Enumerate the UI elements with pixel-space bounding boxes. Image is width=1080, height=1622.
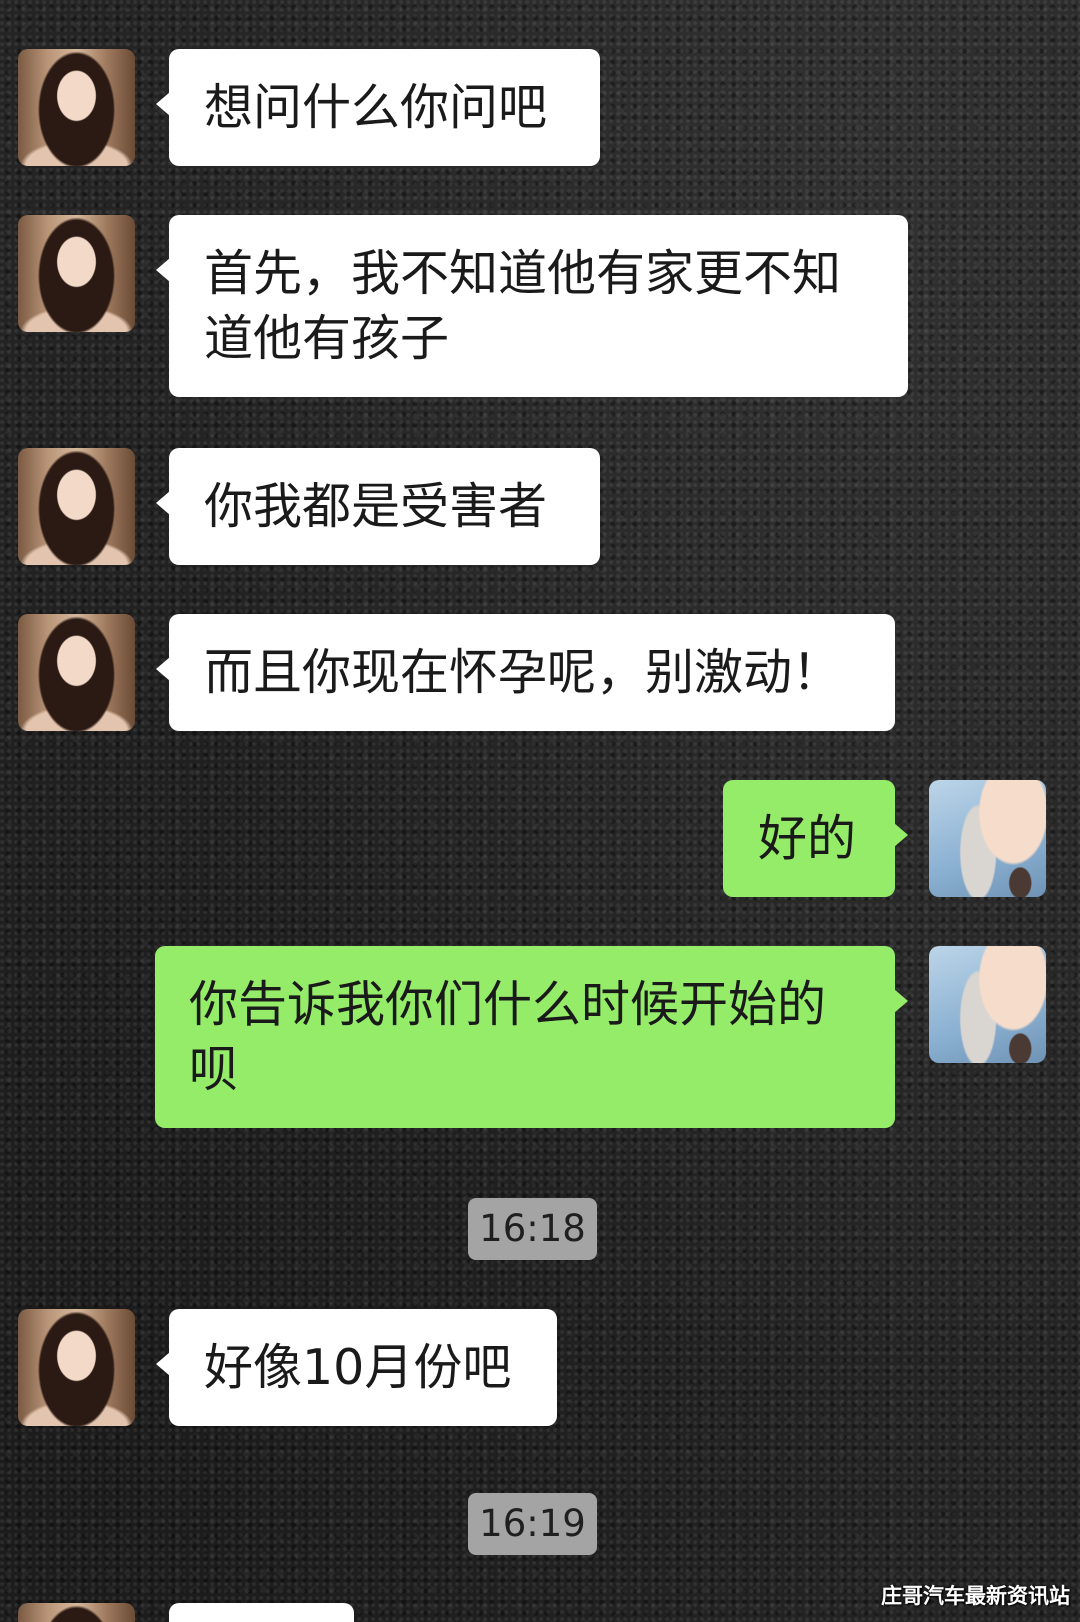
contact-avatar[interactable]	[18, 614, 135, 731]
message-bubble-incoming[interactable]: 好像10月份吧	[156, 1309, 557, 1426]
timestamp: 16:19	[468, 1493, 597, 1555]
chat-screen: 想问什么你问吧 首先，我不知道他有家更不知道他有孩子 你我都是受害者 而且你现在…	[0, 0, 1080, 1622]
contact-avatar[interactable]	[18, 49, 135, 166]
message-bubble-incoming[interactable]: 首先，我不知道他有家更不知道他有孩子	[156, 215, 908, 397]
self-avatar[interactable]	[929, 946, 1046, 1063]
contact-avatar[interactable]	[18, 1309, 135, 1426]
timestamp: 16:18	[468, 1198, 597, 1260]
message-text: 好的	[758, 810, 857, 867]
message-text: 想问什么你问吧	[204, 79, 548, 136]
message-text: 而且你现在怀孕呢，别激动！	[204, 644, 842, 701]
message-bubble-incoming[interactable]: 想问什么你问吧	[156, 49, 600, 166]
watermark: 庄哥汽车最新资讯站	[881, 1584, 1070, 1608]
message-text: 你我都是受害者	[204, 478, 548, 535]
contact-avatar[interactable]	[18, 448, 135, 565]
message-text: 好像10月份吧	[204, 1339, 512, 1396]
contact-avatar[interactable]	[18, 215, 135, 332]
message-bubble-incoming[interactable]: 而且你现在怀孕呢，别激动！	[156, 614, 895, 731]
message-bubble-outgoing[interactable]: 你告诉我你们什么时候开始的呗	[155, 946, 908, 1128]
message-text: 你告诉我你们什么时候开始的呗	[189, 976, 827, 1098]
self-avatar[interactable]	[929, 780, 1046, 897]
message-text: 首先，我不知道他有家更不知道他有孩子	[204, 245, 842, 367]
message-bubble-incoming-partial[interactable]	[169, 1603, 354, 1622]
contact-avatar[interactable]	[18, 1603, 135, 1622]
message-bubble-outgoing[interactable]: 好的	[723, 780, 908, 897]
message-bubble-incoming[interactable]: 你我都是受害者	[156, 448, 600, 565]
